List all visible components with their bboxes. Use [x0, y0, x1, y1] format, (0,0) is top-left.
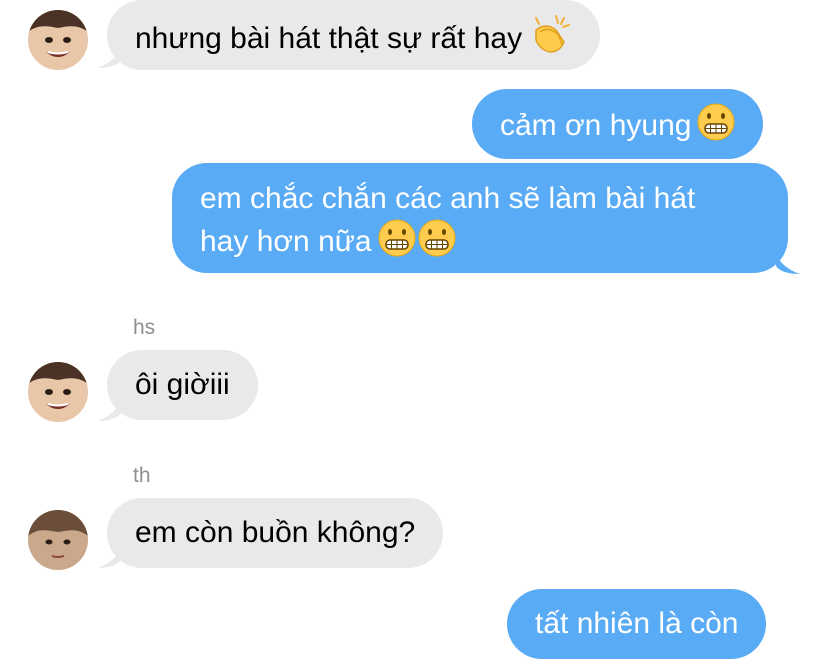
avatar-sender-hs[interactable] — [28, 362, 88, 422]
message-bubble-outgoing[interactable]: tất nhiên là còn — [507, 589, 767, 659]
message-text: cảm ơn hyung — [500, 109, 692, 142]
avatar-sender-1[interactable] — [28, 10, 88, 70]
grimacing-face-icon — [697, 103, 735, 141]
message-bubble-outgoing[interactable]: em chắc chắn các anh sẽ làm bài hát hay … — [172, 163, 788, 273]
message-bubble-incoming[interactable]: nhưng bài hát thật sự rất hay — [107, 0, 601, 70]
message-text-line: hay hơn nữa — [200, 225, 372, 258]
message-bubble-outgoing[interactable]: cảm ơn hyung — [472, 89, 764, 159]
grimacing-face-icon — [378, 219, 416, 257]
message-text-line: em chắc chắn các anh sẽ làm bài hát — [200, 182, 696, 215]
sender-name: hs — [133, 316, 156, 339]
message-text: em còn buồn không? — [135, 516, 416, 549]
sender-name: th — [133, 464, 151, 487]
message-text: ôi giờiii — [135, 368, 230, 401]
message-bubble-incoming[interactable]: ôi giờiii — [107, 350, 258, 420]
clapping-hands-icon — [528, 14, 572, 54]
bubble-tail-outgoing — [776, 252, 800, 274]
message-bubble-incoming[interactable]: em còn buồn không? — [107, 498, 444, 568]
avatar-sender-th[interactable] — [28, 510, 88, 570]
grimacing-face-icon — [418, 219, 456, 257]
message-text: nhưng bài hát thật sự rất hay — [135, 22, 523, 55]
message-text: tất nhiên là còn — [535, 607, 739, 640]
